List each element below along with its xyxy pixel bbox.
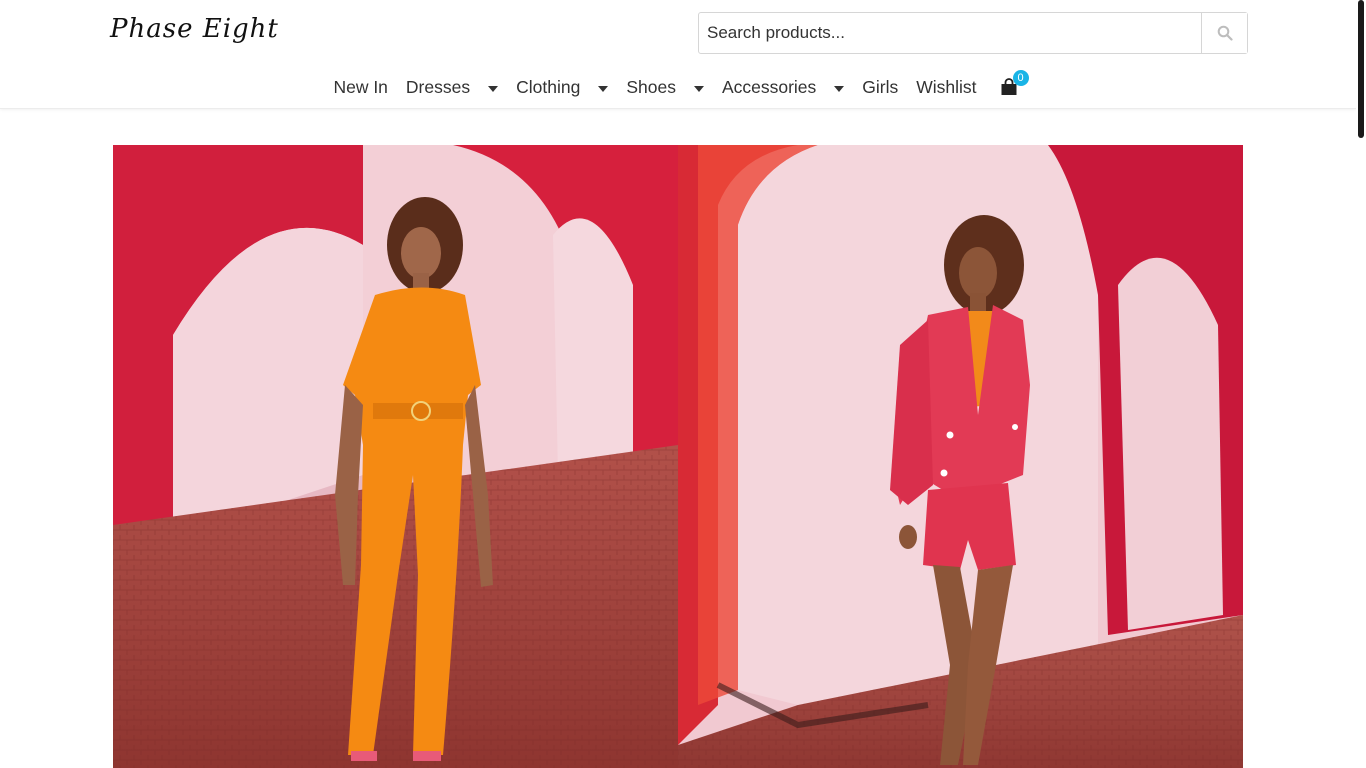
hero-panel-left[interactable] [113,145,678,768]
brand-logo[interactable]: Phase Eight [110,14,278,52]
search-form [698,12,1248,54]
site-header: Phase Eight New In Dresses Clothing Shoe… [0,0,1356,109]
scrollbar-thumb[interactable] [1358,0,1364,138]
main-nav: New In Dresses Clothing Shoes Accessorie… [0,70,1356,104]
nav-item-label: Girls [862,76,899,97]
nav-item-accessories[interactable]: Accessories [713,70,853,104]
caret-down-icon [834,86,845,92]
cart-link[interactable]: 0 [986,70,1032,104]
hero-panel-right[interactable] [678,145,1243,768]
nav-item-label: Wishlist [916,76,977,97]
nav-item-dresses[interactable]: Dresses [397,70,507,104]
nav-item-shoes[interactable]: Shoes [617,70,713,104]
search-input[interactable] [699,13,1201,53]
nav-item-label: Dresses [405,76,471,97]
cart-count-badge: 0 [1012,70,1029,86]
page-scrollbar[interactable] [1356,0,1366,768]
search-button[interactable] [1201,13,1247,53]
nav-item-label: Accessories [721,76,817,97]
brand-logo-text: Phase Eight [110,14,279,44]
nav-item-label: Shoes [626,76,676,97]
cart: 0 [995,70,1029,102]
nav-item-wishlist[interactable]: Wishlist [907,70,985,104]
nav-item-label: New In [333,76,388,97]
nav-item-new-in[interactable]: New In [324,70,396,104]
caret-down-icon [488,86,499,92]
nav-item-label: Clothing [516,76,581,97]
nav-item-girls[interactable]: Girls [853,70,907,104]
caret-down-icon [693,86,704,92]
nav-item-clothing[interactable]: Clothing [507,70,617,104]
hero-banner[interactable] [113,145,1243,768]
caret-down-icon [598,86,609,92]
search-icon [1217,25,1233,41]
hero-image-orange-jumpsuit [113,145,678,768]
hero-image-pink-suit [678,145,1243,768]
